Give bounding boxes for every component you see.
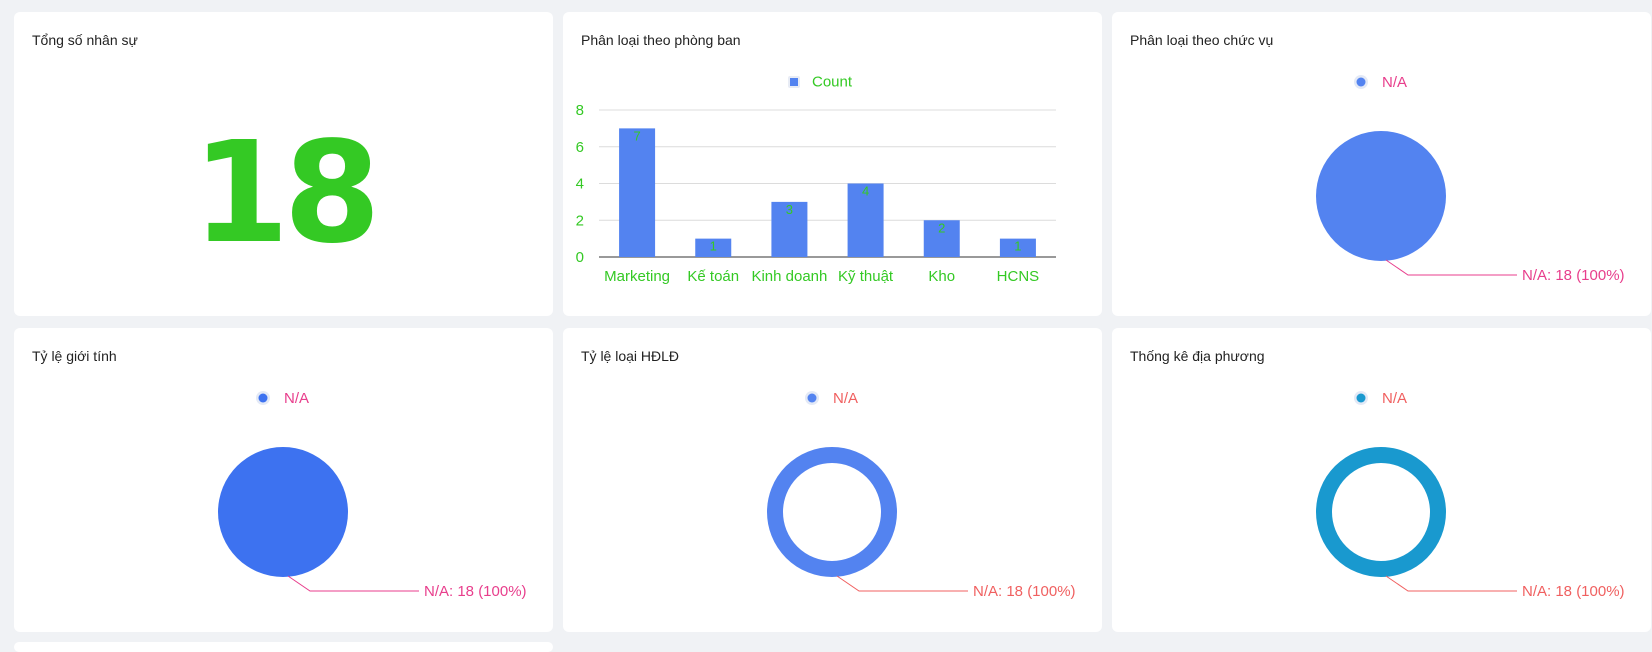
total-staff-card: Tổng số nhân sự 18 (14, 12, 553, 316)
y-tick-label: 2 (576, 212, 584, 229)
gender-chart-card: Tỷ lệ giới tính N/A N/A: 18 (100%) (14, 328, 553, 632)
bar-data-label: 1 (1014, 239, 1021, 254)
donut-slice-na (1316, 447, 1446, 577)
x-tick-label: Kho (928, 268, 955, 285)
next-row-card (14, 642, 553, 652)
pie-slice-na (218, 447, 348, 577)
slice-data-label: N/A: 18 (100%) (1522, 583, 1625, 600)
pie-slice-na (1316, 131, 1446, 261)
legend-label: N/A (1382, 390, 1407, 407)
slice-data-label: N/A: 18 (100%) (424, 583, 527, 600)
donut-slice-na (767, 447, 897, 577)
legend-label: Count (812, 74, 853, 91)
bar-data-label: 4 (862, 184, 869, 199)
department-chart-card: Phân loại theo phòng ban Count 0 2 4 6 8 7 Mark… (563, 12, 1102, 316)
bar-data-label: 1 (710, 239, 717, 254)
legend-marker (807, 393, 817, 403)
card-title: Tổng số nhân sự (32, 32, 138, 48)
x-tick-label: Kinh doanh (751, 268, 827, 285)
position-chart-card: Phân loại theo chức vụ N/A N/A: 18 (100%) (1112, 12, 1651, 316)
x-tick-label: Marketing (604, 268, 670, 285)
leader-line (836, 575, 968, 592)
y-tick-label: 8 (576, 102, 584, 119)
slice-data-label: N/A: 18 (100%) (973, 583, 1076, 600)
x-tick-label: Kế toán (687, 268, 739, 285)
contract-chart-card: Tỷ lệ loại HĐLĐ N/A N/A: 18 (100%) (563, 328, 1102, 632)
slice-data-label: N/A: 18 (100%) (1522, 267, 1625, 284)
bar-data-label: 2 (938, 220, 945, 235)
region-donut-chart: N/A N/A: 18 (100%) (1316, 390, 1625, 600)
x-tick-label: Kỹ thuật (838, 268, 894, 285)
legend-label: N/A (833, 390, 858, 407)
y-tick-label: 4 (576, 176, 584, 193)
position-pie-chart: N/A N/A: 18 (100%) (1316, 74, 1625, 284)
legend-marker (1356, 77, 1366, 87)
legend-label: N/A (1382, 74, 1407, 91)
bar-data-label: 7 (633, 128, 640, 143)
legend-swatch (790, 78, 798, 86)
contract-donut-chart: N/A N/A: 18 (100%) (767, 390, 1076, 600)
bar-data-label: 3 (786, 202, 793, 217)
bar-marketing (619, 128, 656, 257)
leader-line (1385, 575, 1517, 592)
x-tick-label: HCNS (997, 268, 1040, 285)
department-bar-chart: Count 0 2 4 6 8 7 Marketing 1 Kế toán 3 Kinh doanh 4… (576, 74, 1056, 285)
region-chart-card: Thống kê địa phương N/A N/A: 18 (100%) (1112, 328, 1651, 632)
y-tick-label: 6 (576, 139, 584, 156)
y-tick-label: 0 (576, 249, 584, 266)
total-staff-value: 18 (192, 112, 381, 275)
leader-line (1385, 259, 1517, 276)
legend-label: N/A (284, 390, 309, 407)
legend-marker (1356, 393, 1366, 403)
gender-pie-chart: N/A N/A: 18 (100%) (218, 390, 527, 600)
leader-line (287, 575, 419, 592)
legend-marker (258, 393, 268, 403)
